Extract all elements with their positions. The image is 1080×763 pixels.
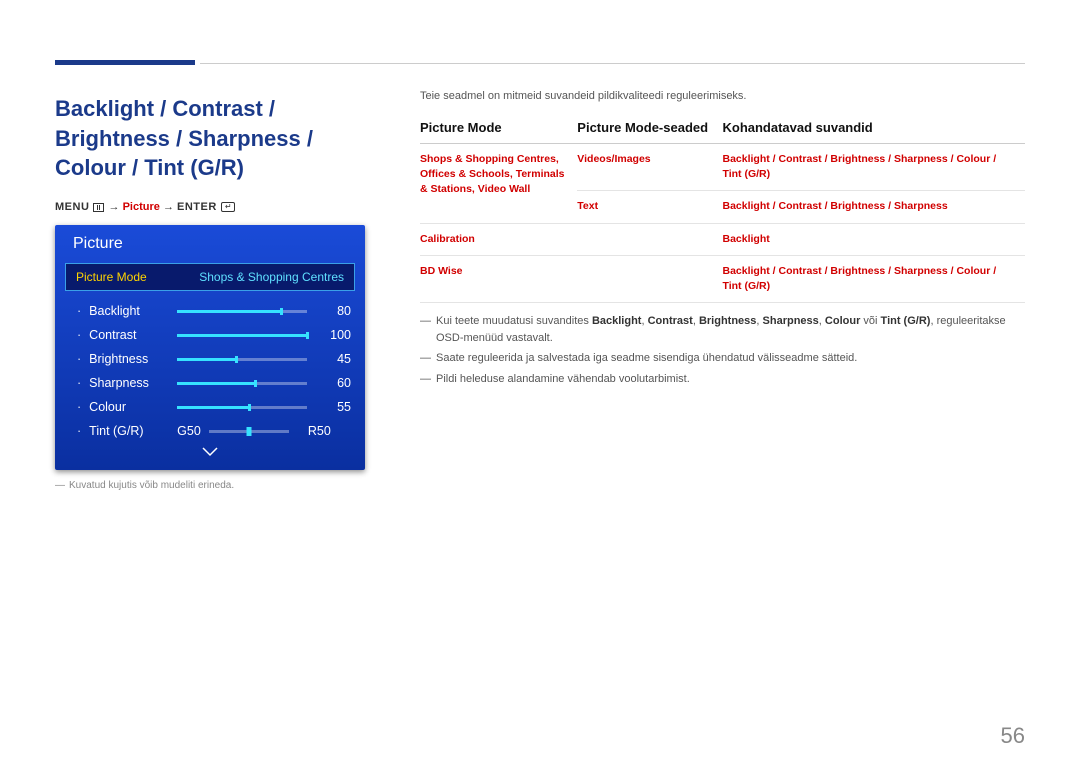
osd-row-label: Brightness [89,352,177,366]
note-term: või [860,315,880,327]
cell-seaded [577,255,722,302]
bullet-icon: · [77,352,81,366]
tint-r-value: R50 [297,424,331,438]
bullet-icon: · [77,424,81,438]
osd-row-label: Backlight [89,304,177,318]
osd-row-brightness[interactable]: · Brightness 45 [55,347,365,371]
osd-header: Picture [55,225,365,259]
slider-track[interactable] [177,382,307,385]
slider-track[interactable] [177,334,307,337]
osd-row-value: 100 [317,328,351,342]
th-picture-mode: Picture Mode [420,116,577,144]
cell-seaded [577,223,722,255]
osd-footnote: ―Kuvatud kujutis võib mudeliti erineda. [55,480,365,491]
cell-suvandid: Backlight / Contrast / Brightness / Shar… [722,191,1025,223]
osd-row-label: Tint (G/R) [89,424,177,438]
bullet-icon: · [77,304,81,318]
note-term: Backlight [592,315,642,327]
enter-label: ENTER [177,201,217,213]
note-text: Kui teete muudatusi suvandites [436,315,592,327]
note-term: Tint (G/R) [881,315,931,327]
table-row: Calibration Backlight [420,223,1025,255]
th-suvandid: Kohandatavad suvandid [722,116,1025,144]
osd-row-value: 80 [317,304,351,318]
osd-row-value: 45 [317,352,351,366]
header-divider [200,63,1025,64]
cell-mode-bdwise: BD Wise [420,255,577,302]
osd-panel: Picture Picture Mode Shops & Shopping Ce… [55,225,365,470]
osd-row-backlight[interactable]: · Backlight 80 [55,299,365,323]
bullet-icon: · [77,328,81,342]
osd-selected-value: Shops & Shopping Centres [199,270,344,284]
menu-label: MENU [55,201,89,213]
note-term: Contrast [648,315,693,327]
slider-track[interactable] [177,358,307,361]
osd-row-value: 55 [317,400,351,414]
osd-row-sharpness[interactable]: · Sharpness 60 [55,371,365,395]
cell-suvandid: Backlight / Contrast / Brightness / Shar… [722,144,1025,191]
osd-row-value: 60 [317,376,351,390]
tint-g-value: G50 [177,424,201,438]
osd-row-colour[interactable]: · Colour 55 [55,395,365,419]
cell-suvandid: Backlight [722,223,1025,255]
intro-text: Teie seadmel on mitmeid suvandeid pildik… [420,90,1025,102]
th-seaded: Picture Mode-seaded [577,116,722,144]
page-number: 56 [1001,723,1025,749]
chevron-down-icon[interactable] [55,443,365,462]
note-term: Sharpness [763,315,819,327]
osd-row-label: Colour [89,400,177,414]
osd-row-label: Sharpness [89,376,177,390]
menu-picture: Picture [123,201,160,213]
slider-track[interactable] [209,430,289,433]
table-row: BD Wise Backlight / Contrast / Brightnes… [420,255,1025,302]
cell-mode-shops: Shops & Shopping Centres, Offices & Scho… [420,144,577,224]
cell-seaded: Videos/Images [577,144,722,191]
menu-path: MENU → Picture → ENTER [55,201,365,213]
menu-icon [93,203,104,212]
note-term: Brightness [699,315,756,327]
enter-icon [221,202,235,212]
osd-row-contrast[interactable]: · Contrast 100 [55,323,365,347]
osd-selected-row[interactable]: Picture Mode Shops & Shopping Centres [65,263,355,291]
note-term: Colour [825,315,860,327]
osd-row-label: Contrast [89,328,177,342]
slider-track[interactable] [177,406,307,409]
header-accent-bar [55,60,195,65]
arrow-icon: → [163,201,174,213]
notes-block: ― Kui teete muudatusi suvandites Backlig… [420,313,1025,387]
cell-seaded: Text [577,191,722,223]
arrow-icon: → [109,201,120,213]
slider-track[interactable] [177,310,307,313]
note-text: Pildi heleduse alandamine vähendab voolu… [436,371,690,388]
cell-mode-calibration: Calibration [420,223,577,255]
cell-suvandid: Backlight / Contrast / Brightness / Shar… [722,255,1025,302]
bullet-icon: · [77,400,81,414]
page-title: Backlight / Contrast / Brightness / Shar… [55,94,365,183]
modes-table: Picture Mode Picture Mode-seaded Kohanda… [420,116,1025,303]
table-row: Shops & Shopping Centres, Offices & Scho… [420,144,1025,191]
bullet-icon: · [77,376,81,390]
note-text: Saate reguleerida ja salvestada iga sead… [436,350,857,367]
osd-selected-label: Picture Mode [76,270,147,284]
osd-row-tint[interactable]: · Tint (G/R) G50 R50 [55,419,365,443]
